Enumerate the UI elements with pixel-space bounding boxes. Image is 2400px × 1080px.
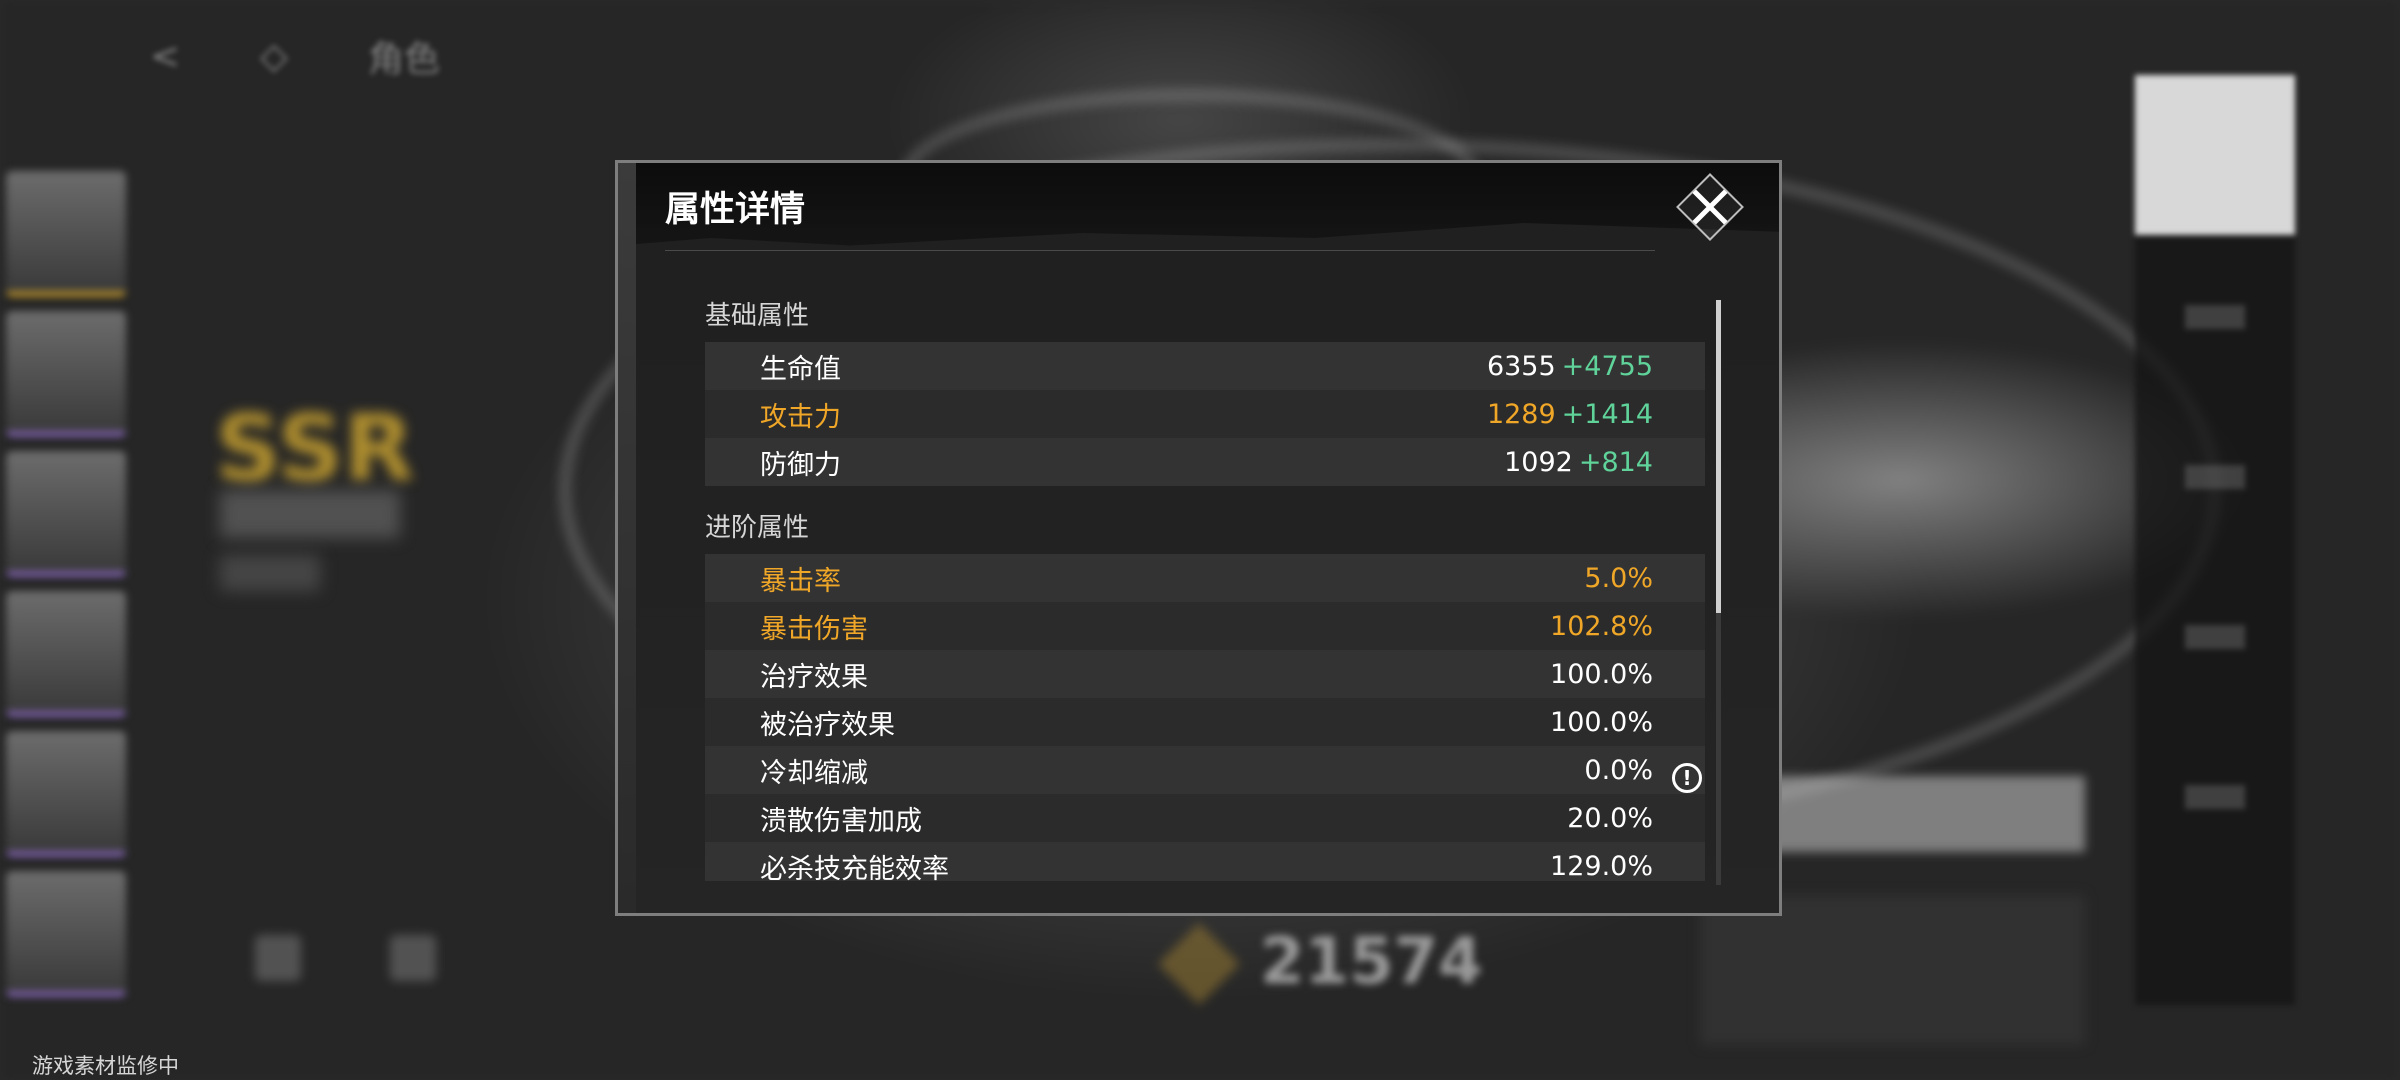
power-value: 21574 (1260, 925, 1483, 999)
close-button[interactable] (1675, 173, 1745, 241)
scrollbar-thumb[interactable] (1716, 300, 1721, 613)
modal-title: 属性详情 (665, 189, 806, 230)
attribute-row-crit-damage: 暴击伤害 102.8% (705, 602, 1705, 650)
tab[interactable] (2185, 785, 2245, 809)
character-avatar[interactable] (6, 731, 126, 857)
archive-icon[interactable] (255, 935, 301, 981)
character-list (0, 165, 135, 1045)
attribute-row-healing: 治疗效果 100.0% (705, 650, 1705, 698)
attribute-label: 被治疗效果 (760, 709, 895, 741)
character-tag (220, 555, 320, 591)
attribute-label: 生命值 (760, 353, 841, 385)
title-divider (665, 250, 1655, 251)
detail-button[interactable] (1730, 776, 2085, 852)
attribute-row-break-damage: 溃散伤害加成 20.0% (705, 794, 1705, 842)
attribute-row-cooldown: 冷却缩减 0.0% (705, 746, 1705, 794)
character-avatar[interactable] (6, 451, 126, 577)
attribute-label: 必杀技充能效率 (760, 853, 949, 882)
basic-attributes-section: 基础属性 生命值 6355 +4755 攻击力 1289 +1414 防御力 1… (705, 296, 1705, 486)
section-title: 基础属性 (705, 301, 810, 331)
attribute-row-healed: 被治疗效果 100.0% (705, 698, 1705, 746)
attribute-bonus: +1414 (1561, 398, 1653, 430)
attribute-row-atk: 攻击力 1289 +1414 (705, 390, 1705, 438)
character-avatar[interactable] (6, 171, 126, 297)
attribute-bonus: +814 (1578, 446, 1653, 478)
stats-summary (1700, 895, 2085, 1045)
close-icon (1692, 189, 1728, 225)
attribute-scroll-area[interactable]: 基础属性 生命值 6355 +4755 攻击力 1289 +1414 防御力 1… (705, 296, 1705, 881)
attribute-bonus: +4755 (1561, 350, 1653, 382)
info-icon[interactable]: ! (1672, 763, 1702, 793)
character-avatar[interactable] (6, 591, 126, 717)
character-name-plate (220, 490, 400, 538)
attribute-label: 治疗效果 (760, 661, 868, 693)
attribute-value: 6355 (1486, 350, 1556, 382)
modal-left-edge (618, 163, 636, 913)
tab[interactable] (2185, 465, 2245, 489)
character-avatar[interactable] (6, 311, 126, 437)
top-bar: < ◇ 角色 (150, 30, 440, 82)
attribute-value: 129.0% (1550, 850, 1653, 882)
right-tab-bar (2135, 75, 2295, 1005)
tab-active[interactable] (2135, 75, 2295, 235)
character-avatar[interactable] (6, 871, 126, 997)
attribute-row-hp: 生命值 6355 +4755 (705, 342, 1705, 390)
tab[interactable] (2185, 625, 2245, 649)
attribute-detail-modal: 属性详情 基础属性 生命值 6355 +4755 攻击力 1289 +1414 … (615, 160, 1782, 916)
like-icon[interactable] (390, 935, 436, 981)
attribute-value: 102.8% (1550, 610, 1653, 642)
attribute-value: 20.0% (1567, 802, 1653, 834)
rarity-badge: SSR (215, 395, 415, 502)
top-bar-title: 角色 (367, 39, 440, 80)
share-icon[interactable]: < (150, 36, 180, 77)
attribute-label: 冷却缩减 (760, 757, 868, 789)
attribute-label: 暴击率 (760, 565, 841, 597)
attribute-row-def: 防御力 1092 +814 (705, 438, 1705, 486)
advanced-attributes-section: 进阶属性 暴击率 5.0% 暴击伤害 102.8% 治疗效果 100.0% 被治… (705, 508, 1705, 881)
diamond-icon[interactable]: ◇ (260, 36, 288, 77)
attribute-value: 0.0% (1584, 754, 1653, 786)
attribute-value: 100.0% (1550, 706, 1653, 738)
attribute-value: 1092 (1504, 446, 1573, 478)
section-title: 进阶属性 (705, 513, 810, 543)
attribute-label: 攻击力 (760, 401, 841, 433)
attribute-label: 溃散伤害加成 (760, 805, 922, 837)
attribute-value: 5.0% (1584, 562, 1653, 594)
watermark: 游戏素材监修中 (32, 1054, 179, 1078)
attribute-label: 防御力 (760, 449, 841, 481)
attribute-value: 1289 (1486, 398, 1556, 430)
attribute-value: 100.0% (1550, 658, 1653, 690)
attribute-label: 暴击伤害 (760, 613, 868, 645)
tab[interactable] (2185, 305, 2245, 329)
attribute-row-crit-rate: 暴击率 5.0% (705, 554, 1705, 602)
attribute-row-ult-charge: 必杀技充能效率 129.0% (705, 842, 1705, 881)
